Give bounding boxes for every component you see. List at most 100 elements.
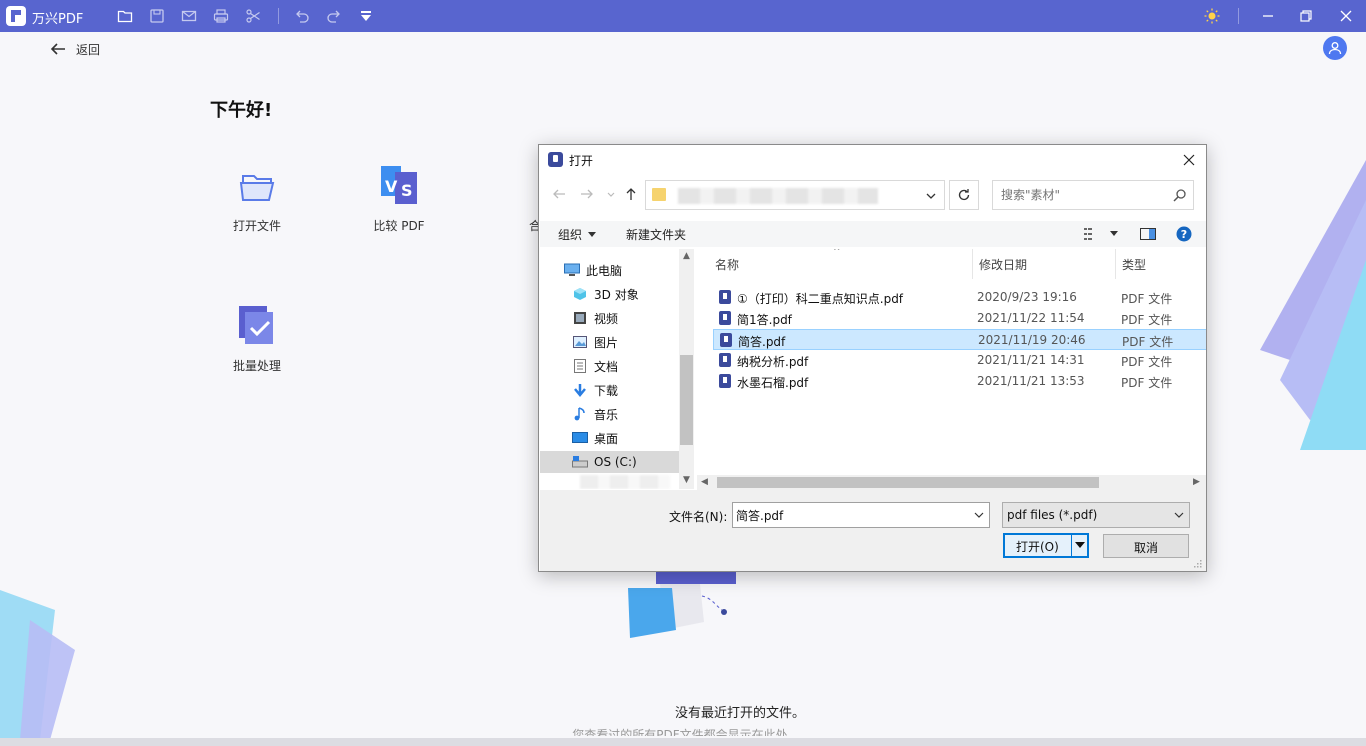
dialog-titlebar: 打开 — [539, 145, 1206, 175]
chevron-down-icon[interactable] — [973, 509, 985, 521]
open-file-feature[interactable]: 打开文件 — [212, 164, 302, 234]
split-divider — [1071, 535, 1072, 556]
pdf-file-icon — [719, 374, 731, 388]
pdf-file-icon — [719, 353, 731, 367]
nav-item-label: 桌面 — [594, 431, 619, 446]
nav-item-label: 音乐 — [594, 407, 619, 422]
column-header-date[interactable]: 修改日期 — [973, 249, 1116, 279]
email-icon[interactable] — [181, 8, 197, 24]
filename-input[interactable] — [736, 507, 966, 523]
file-list: ^ 名称 修改日期 类型 ①（打印）科二重点知识点.pdf 2020/9/23 … — [697, 249, 1206, 489]
preview-pane-icon[interactable] — [1140, 226, 1156, 242]
column-header-type[interactable]: 类型 — [1116, 249, 1206, 279]
music-icon — [572, 407, 588, 421]
nav-back-icon[interactable] — [551, 186, 567, 202]
column-label: 名称 — [715, 257, 740, 272]
new-folder-button[interactable]: 新建文件夹 — [626, 226, 686, 243]
feature-label: 比较 PDF — [373, 219, 425, 233]
address-path-redacted — [678, 188, 878, 204]
compare-pdf-feature[interactable]: V S 比较 PDF — [354, 164, 444, 234]
quick-access-dropdown-icon[interactable] — [358, 8, 374, 24]
file-row-selected[interactable]: 简答.pdf 2021/11/19 20:46 PDF 文件 — [713, 329, 1206, 350]
file-name: 纳税分析.pdf — [737, 355, 809, 369]
nav-item-videos[interactable]: 视频 — [540, 307, 680, 329]
cancel-button[interactable]: 取消 — [1103, 534, 1189, 558]
nav-forward-icon[interactable] — [579, 186, 595, 202]
recent-locations-icon[interactable] — [603, 186, 619, 202]
chevron-down-icon — [1174, 512, 1184, 518]
nav-item-os-c[interactable]: OS (C:) — [540, 451, 680, 473]
view-menu-caret-icon[interactable] — [1106, 226, 1122, 242]
file-list-hscrollbar[interactable]: ◀ ▶ — [697, 475, 1206, 490]
restore-icon[interactable] — [1298, 8, 1314, 24]
nav-item-pictures[interactable]: 图片 — [540, 331, 680, 353]
open-button[interactable]: 打开(O) — [1003, 533, 1089, 558]
file-type: PDF 文件 — [1121, 355, 1173, 369]
open-options-caret-icon[interactable] — [1074, 539, 1086, 551]
dialog-close-icon[interactable] — [1180, 151, 1198, 169]
nav-item-this-pc[interactable]: 此电脑 — [540, 259, 680, 281]
open-file-dialog: 打开 组织 新建文件夹 — [538, 144, 1207, 572]
column-label: 修改日期 — [979, 257, 1028, 272]
minimize-icon[interactable] — [1260, 8, 1276, 24]
svg-text:V: V — [385, 177, 398, 196]
nav-item-label: 图片 — [594, 335, 619, 350]
scissors-icon[interactable] — [245, 8, 261, 24]
open-folder-icon[interactable] — [117, 8, 133, 24]
help-icon[interactable]: ? — [1176, 226, 1192, 242]
file-row[interactable]: 简1答.pdf 2021/11/22 11:54 PDF 文件 — [713, 308, 1206, 329]
organize-menu[interactable]: 组织 — [558, 226, 597, 243]
nav-item-music[interactable]: 音乐 — [540, 403, 680, 425]
user-icon — [1328, 42, 1342, 55]
search-icon[interactable] — [1173, 188, 1187, 202]
search-box[interactable] — [992, 180, 1194, 210]
cube-3d-icon — [572, 287, 588, 301]
scroll-down-icon[interactable]: ▼ — [681, 475, 692, 486]
redo-icon[interactable] — [326, 8, 342, 24]
app-logo-icon — [6, 6, 26, 26]
scrollbar-thumb[interactable] — [717, 477, 1099, 488]
filename-combobox[interactable] — [732, 502, 990, 528]
resize-grip-icon[interactable] — [1192, 558, 1202, 568]
file-type: PDF 文件 — [1121, 292, 1173, 306]
nav-up-icon[interactable] — [623, 186, 639, 202]
file-row[interactable]: 纳税分析.pdf 2021/11/21 14:31 PDF 文件 — [713, 350, 1206, 371]
batch-process-feature[interactable]: 批量处理 — [212, 304, 302, 374]
scrollbar-thumb[interactable] — [680, 355, 693, 445]
nav-item-label: 文档 — [594, 359, 619, 374]
app-name: 万兴PDF — [32, 12, 84, 27]
organize-label: 组织 — [558, 228, 583, 242]
undo-icon[interactable] — [294, 8, 310, 24]
file-row[interactable]: ①（打印）科二重点知识点.pdf 2020/9/23 19:16 PDF 文件 — [713, 287, 1206, 308]
theme-sun-icon[interactable] — [1204, 8, 1220, 24]
filetype-value: pdf files (*.pdf) — [1007, 508, 1098, 522]
nav-item-label: 此电脑 — [586, 263, 623, 278]
scroll-left-icon[interactable]: ◀ — [701, 477, 708, 487]
nav-pane-scrollbar[interactable]: ▲ ▼ — [679, 249, 694, 489]
search-input[interactable] — [1001, 187, 1171, 203]
address-bar[interactable] — [645, 180, 945, 210]
file-row[interactable]: 水墨石榴.pdf 2021/11/21 13:53 PDF 文件 — [713, 371, 1206, 392]
column-header-name[interactable]: 名称 — [697, 249, 973, 279]
computer-icon — [564, 263, 580, 277]
back-button[interactable]: 返回 — [50, 40, 100, 58]
refresh-button[interactable] — [949, 180, 979, 210]
pdf-file-icon — [720, 333, 732, 347]
nav-item-desktop[interactable]: 桌面 — [540, 427, 680, 449]
nav-item-documents[interactable]: 文档 — [540, 355, 680, 377]
print-icon[interactable] — [213, 8, 229, 24]
view-options-icon[interactable] — [1084, 226, 1100, 242]
scroll-right-icon[interactable]: ▶ — [1193, 477, 1200, 487]
scroll-up-icon[interactable]: ▲ — [681, 251, 692, 262]
nav-item-downloads[interactable]: 下载 — [540, 379, 680, 401]
chevron-down-icon[interactable] — [924, 189, 938, 203]
file-date: 2021/11/19 20:46 — [978, 333, 1086, 347]
file-date: 2021/11/21 14:31 — [977, 353, 1085, 367]
nav-item-3d-objects[interactable]: 3D 对象 — [540, 283, 680, 305]
arrow-left-icon — [50, 43, 65, 55]
empty-state-subtitle: 您查看过的所有PDF文件都会显示在此处 — [572, 728, 788, 736]
user-avatar[interactable] — [1323, 36, 1347, 60]
close-window-icon[interactable] — [1338, 8, 1354, 24]
save-icon[interactable] — [149, 8, 165, 24]
filetype-select[interactable]: pdf files (*.pdf) — [1002, 502, 1190, 528]
